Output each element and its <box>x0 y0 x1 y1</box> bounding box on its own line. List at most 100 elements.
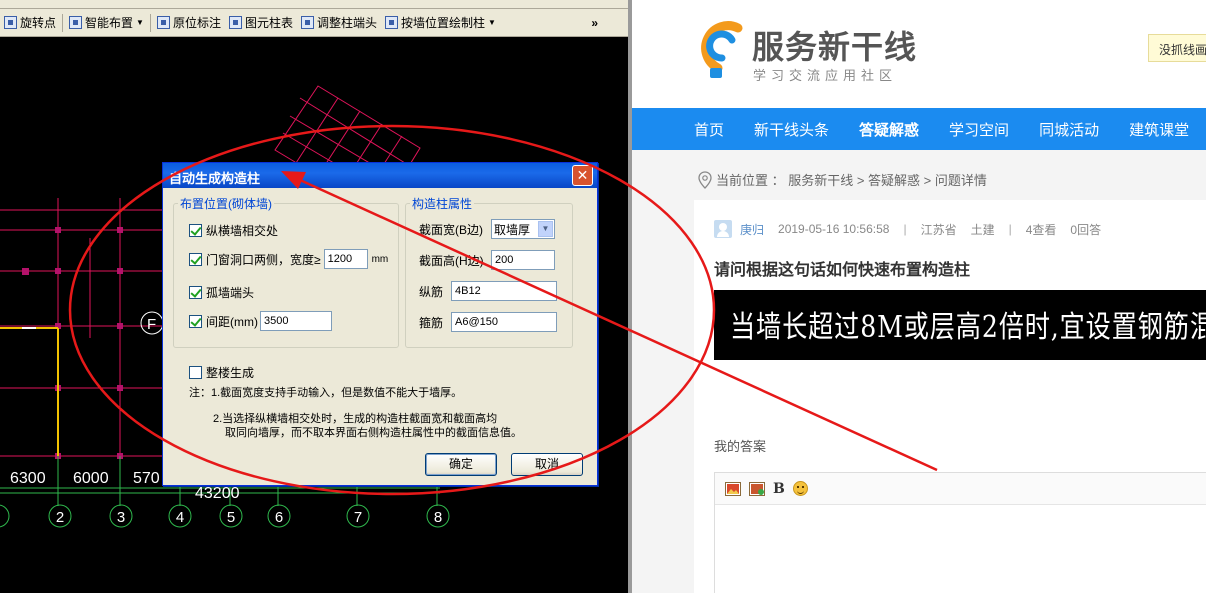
column-markers <box>22 227 123 459</box>
ok-button[interactable]: 确定 <box>425 453 497 476</box>
screen: 旋转点 智能布置 ▼ 原位标注 图元柱表 调整柱端头 按墙位置绘制柱 ▼ » 6… <box>0 0 1206 593</box>
breadcrumb: 当前位置 ： 服务新干线 > 答疑解惑 > 问题详情 <box>698 170 987 189</box>
spacing-option[interactable]: 间距(mm) <box>189 311 332 331</box>
question-author[interactable]: 庚归 <box>740 221 764 238</box>
adjust-column-end-icon <box>300 16 314 29</box>
section-width-value: 取墙厚 <box>494 222 531 237</box>
note-line-1: 注：1.截面宽度支持手动输入，但是数值不能大于墙厚。 <box>189 387 463 399</box>
opening-width-input[interactable] <box>323 249 368 269</box>
longitudinal-rebar-input[interactable] <box>451 281 557 301</box>
logo-icon[interactable] <box>694 18 748 84</box>
question-region: 江苏省 <box>920 222 957 237</box>
bold-button[interactable]: B <box>773 481 785 497</box>
intersection-checkbox[interactable] <box>189 224 202 237</box>
web-page: 服务新干线 学习交流应用社区 没抓线画 首页 新干线头条 答疑解惑 学习空间 同… <box>632 0 1206 593</box>
openings-option[interactable]: 门窗洞口两侧，宽度≥ mm <box>189 249 388 269</box>
tool-label: 按墙位置绘制柱 <box>401 16 486 30</box>
section-width-select[interactable]: 取墙厚 ▼ <box>491 219 555 239</box>
tool-element-column-table[interactable]: 图元柱表 <box>225 12 297 34</box>
dialog-titlebar[interactable]: 自动生成构造柱 ✕ <box>163 163 597 188</box>
tool-label: 图元柱表 <box>244 16 293 30</box>
spacing-input[interactable] <box>260 311 332 331</box>
stirrup-label: 箍筋 <box>419 315 444 330</box>
cancel-button[interactable]: 取消 <box>511 453 583 476</box>
question-image-text: 当墙长超过8M或层高2倍时,宜设置钢筋混凝土构造柱 <box>730 310 1206 345</box>
emoji-icon[interactable] <box>792 481 808 496</box>
dialog-body: 布置位置(砌体墙) 纵横墙相交处 门窗洞口两侧，宽度≥ mm 孤墙端头 间距(m… <box>163 188 597 485</box>
note-line-3: 取同向墙厚，而不取本界面右侧构造柱属性中的截面信息值。 <box>225 427 522 439</box>
axis-numbers: 2 3 4 5 6 7 8 <box>56 509 442 526</box>
toolbar-overflow-button[interactable]: » <box>591 16 598 30</box>
main-nav: 首页 新干线头条 答疑解惑 学习空间 同城活动 建筑课堂 <box>632 108 1206 150</box>
element-column-table-icon <box>228 16 242 29</box>
selected-wall <box>0 327 59 456</box>
layout-group-legend: 布置位置(砌体墙) <box>180 197 272 211</box>
tool-rotate-point[interactable]: 旋转点 <box>0 12 60 34</box>
logo-title[interactable]: 服务新干线 <box>752 22 917 68</box>
toolbar-separator <box>62 13 64 32</box>
nav-headlines[interactable]: 新干线头条 <box>754 119 829 140</box>
tool-label: 原位标注 <box>172 16 221 30</box>
axis-label: 5 <box>227 509 235 526</box>
login-prompt[interactable]: 没抓线画 <box>1148 34 1206 62</box>
answer-editor[interactable]: B <box>714 472 1206 593</box>
isolated-end-option[interactable]: 孤墙端头 <box>189 284 254 301</box>
nav-local-events[interactable]: 同城活动 <box>1039 119 1099 140</box>
nav-building-class[interactable]: 建筑课堂 <box>1129 119 1189 140</box>
question-title: 请问根据这句话如何快速布置构造柱 <box>714 262 971 279</box>
editor-toolbar: B <box>715 473 1206 505</box>
insert-gallery-icon[interactable] <box>749 481 765 496</box>
openings-checkbox[interactable] <box>189 252 202 266</box>
section-width-row: 截面宽(B边) 取墙厚 ▼ <box>419 219 555 239</box>
question-datetime: 2019-05-16 10:56:58 <box>778 222 890 236</box>
whole-floor-label: 整楼生成 <box>206 366 255 380</box>
tool-label: 智能布置 <box>85 16 134 30</box>
tool-label: 调整柱端头 <box>316 16 377 30</box>
toolbar-separator <box>149 13 151 32</box>
opening-width-unit: mm <box>371 253 389 265</box>
chevron-down-icon[interactable]: ▼ <box>538 221 553 237</box>
close-button[interactable]: ✕ <box>572 165 593 186</box>
question-image[interactable]: 当墙长超过8M或层高2倍时,宜设置钢筋混凝土构造柱 <box>714 290 1206 360</box>
tool-in-place-annotation[interactable]: 原位标注 <box>153 12 225 34</box>
section-height-row: 截面高(H边) <box>419 250 555 270</box>
cad-toolbar: 旋转点 智能布置 ▼ 原位标注 图元柱表 调整柱端头 按墙位置绘制柱 ▼ » <box>0 9 628 37</box>
insert-image-icon[interactable] <box>725 481 741 496</box>
isolated-end-label: 孤墙端头 <box>206 286 255 300</box>
question-card: 庚归 2019-05-16 10:56:58 | 江苏省 土建 | 4查看 0回… <box>694 200 1206 593</box>
tool-adjust-column-end[interactable]: 调整柱端头 <box>297 12 381 34</box>
tool-smart-layout[interactable]: 智能布置 ▼ <box>65 12 148 34</box>
question-views: 4查看 <box>1025 222 1057 237</box>
dim-label: 6300 <box>10 470 46 487</box>
auto-generate-column-dialog: 自动生成构造柱 ✕ 布置位置(砌体墙) 纵横墙相交处 门窗洞口两侧，宽度≥ mm… <box>162 162 598 486</box>
axis-label: 2 <box>56 509 64 526</box>
whole-floor-option[interactable]: 整楼生成 <box>189 364 254 381</box>
avatar[interactable] <box>714 220 732 238</box>
longitudinal-rebar-label: 纵筋 <box>419 284 444 299</box>
whole-floor-checkbox[interactable] <box>189 366 202 379</box>
in-place-annotation-icon <box>156 16 170 29</box>
openings-label: 门窗洞口两侧，宽度≥ <box>206 252 321 267</box>
intersection-option[interactable]: 纵横墙相交处 <box>189 222 278 239</box>
stirrup-row: 箍筋 <box>419 312 557 332</box>
breadcrumb-text[interactable]: 当前位置 ： 服务新干线 > 答疑解惑 > 问题详情 <box>716 170 987 189</box>
dialog-title: 自动生成构造柱 <box>169 171 261 186</box>
nav-home[interactable]: 首页 <box>694 119 724 140</box>
intersection-label: 纵横墙相交处 <box>206 224 279 238</box>
section-width-label: 截面宽(B边) <box>419 222 483 237</box>
tool-draw-column-by-wall[interactable]: 按墙位置绘制柱 ▼ <box>381 12 500 34</box>
axis-label: 8 <box>434 509 442 526</box>
chevron-down-icon: ▼ <box>136 18 144 27</box>
spacing-label: 间距(mm) <box>206 314 258 329</box>
stirrup-input[interactable] <box>451 312 557 332</box>
nav-qa[interactable]: 答疑解惑 <box>859 119 919 140</box>
isolated-end-checkbox[interactable] <box>189 286 202 299</box>
dim-label: 6000 <box>73 470 109 487</box>
section-height-input[interactable] <box>491 250 555 270</box>
location-pin-icon <box>698 170 712 189</box>
spacing-checkbox[interactable] <box>189 314 202 328</box>
axis-circles <box>0 504 450 528</box>
nav-learning-space[interactable]: 学习空间 <box>949 119 1009 140</box>
smart-layout-icon <box>69 16 83 29</box>
question-category: 土建 <box>970 222 995 237</box>
